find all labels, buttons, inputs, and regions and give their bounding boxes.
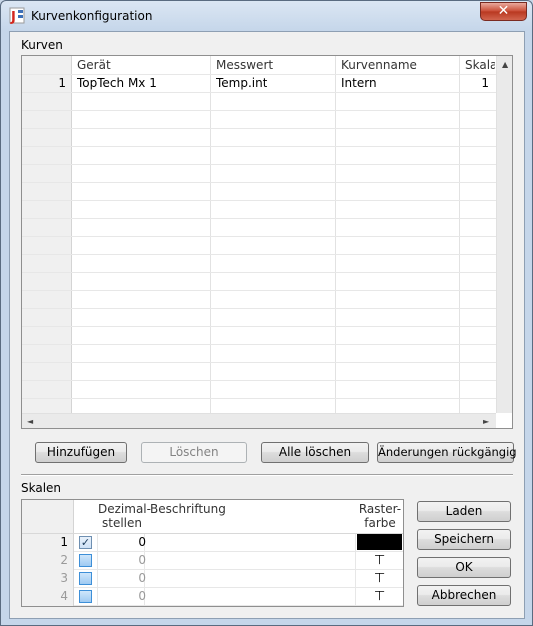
row-number: 4	[60, 589, 68, 603]
delete-all-button[interactable]: Alle löschen	[261, 442, 369, 463]
skalen-group-label: Skalen	[21, 481, 62, 495]
grid-color-icon[interactable]: ⊤	[374, 571, 385, 586]
cell-decimals[interactable]: 0	[104, 535, 146, 549]
delete-button[interactable]: Löschen	[141, 442, 247, 463]
column-header-grid-color[interactable]: Raster- farbe	[358, 502, 402, 530]
kurven-table[interactable]: Gerät Messwert Kurvenname Skala 1 TopTec…	[21, 55, 513, 429]
window-title: Kurvenkonfiguration	[31, 9, 153, 23]
grid-color-icon[interactable]: ⊤	[374, 553, 385, 568]
column-header-caption[interactable]: Beschriftung	[150, 502, 226, 516]
ok-button[interactable]: OK	[417, 557, 511, 578]
scroll-up-icon[interactable]: ▲	[502, 60, 508, 69]
column-header-messwert[interactable]: Messwert	[216, 58, 273, 72]
cell-skala[interactable]: 1	[465, 76, 489, 90]
kurven-group-label: Kurven	[21, 38, 63, 52]
dialog-window: J Kurvenkonfiguration ✕ Kurven Gerät Mes…	[0, 0, 533, 626]
save-button[interactable]: Speichern	[417, 529, 511, 550]
row-number: 2	[60, 553, 68, 567]
scroll-left-icon[interactable]: ◄	[27, 417, 33, 426]
svg-text:J: J	[10, 10, 16, 24]
column-header-geraet[interactable]: Gerät	[77, 58, 111, 72]
vertical-scrollbar[interactable]: ▲	[496, 56, 512, 413]
cell-decimals[interactable]: 0	[104, 553, 146, 567]
column-divider	[336, 56, 460, 428]
row-number: 3	[60, 571, 68, 585]
app-logo-icon: J	[9, 7, 25, 24]
checkbox-icon[interactable]	[79, 572, 92, 585]
load-button[interactable]: Laden	[417, 501, 511, 522]
column-divider	[72, 56, 211, 428]
scroll-right-icon[interactable]: ►	[483, 417, 489, 426]
column-header-kurvenname[interactable]: Kurvenname	[341, 58, 417, 72]
cell-kurvenname[interactable]: Intern	[341, 76, 377, 90]
dialog-content: Kurven Gerät Messwert Kurvenname Skala 1…	[9, 31, 525, 619]
cell-decimals[interactable]: 0	[104, 571, 146, 585]
checkbox-icon[interactable]: ✓	[79, 536, 92, 549]
add-button[interactable]: Hinzufügen	[35, 442, 127, 463]
checkbox-icon[interactable]	[79, 554, 92, 567]
cell-geraet[interactable]: TopTech Mx 1	[77, 76, 157, 90]
column-divider	[211, 56, 336, 428]
cancel-button[interactable]: Abbrechen	[417, 585, 511, 606]
title-bar[interactable]: J Kurvenkonfiguration ✕	[1, 1, 532, 31]
column-header-skala[interactable]: Skala	[465, 58, 495, 72]
skalen-table[interactable]: Dezimal- stellen Beschriftung Raster- fa…	[21, 499, 404, 607]
row-number: 1	[60, 535, 68, 549]
cell-messwert[interactable]: Temp.int	[216, 76, 267, 90]
row-number: 1	[58, 76, 66, 90]
checkbox-icon[interactable]	[79, 590, 92, 603]
grid-color-icon[interactable]: ⊤	[374, 589, 385, 604]
undo-changes-button[interactable]: Änderungen rückgängig	[377, 442, 517, 463]
horizontal-scrollbar[interactable]: ◄ ►	[22, 413, 496, 428]
section-divider	[21, 474, 513, 476]
cell-decimals[interactable]: 0	[104, 589, 146, 603]
close-icon: ✕	[497, 3, 510, 19]
close-button[interactable]: ✕	[480, 2, 527, 21]
grid-color-swatch[interactable]	[357, 534, 402, 550]
column-header-decimals[interactable]: Dezimal- stellen	[98, 502, 151, 530]
